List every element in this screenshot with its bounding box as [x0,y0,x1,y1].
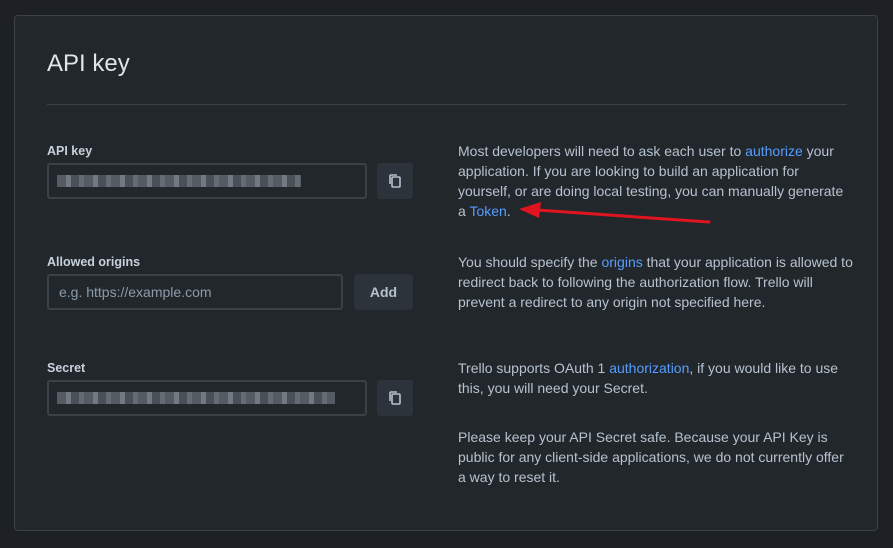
api-key-label: API key [47,144,93,158]
api-key-field[interactable] [47,163,367,199]
api-key-masked-value [57,175,301,187]
text-span: You should specify the [458,254,602,270]
copy-secret-button[interactable] [377,380,413,416]
origins-info-text: You should specify the origins that your… [458,252,853,312]
text-span: . [506,203,511,219]
authorize-link[interactable]: authorize [745,143,803,159]
token-link[interactable]: Token [469,203,506,219]
add-origin-button[interactable]: Add [354,274,413,310]
copy-api-key-button[interactable] [377,163,413,199]
authorization-link[interactable]: authorization [609,360,689,376]
text-span: Most developers will need to ask each us… [458,143,746,159]
copy-icon [389,391,401,405]
allowed-origins-input[interactable] [47,274,343,310]
api-key-panel: API key API key Allowed origins Add Secr… [14,15,878,531]
secret-field[interactable] [47,380,367,416]
secret-masked-value [57,392,335,404]
divider [47,104,847,105]
copy-icon [389,174,401,188]
secret-info-text: Please keep your API Secret safe. Becaus… [458,429,844,485]
text-span: Trello supports OAuth 1 [458,360,610,376]
secret-label: Secret [47,361,86,375]
oauth-info-text: Trello supports OAuth 1 authorization, i… [458,358,853,398]
annotation-arrow-icon [519,202,711,224]
origins-link[interactable]: origins [601,254,642,270]
page-title: API key [47,50,130,77]
allowed-origins-label: Allowed origins [47,255,141,269]
